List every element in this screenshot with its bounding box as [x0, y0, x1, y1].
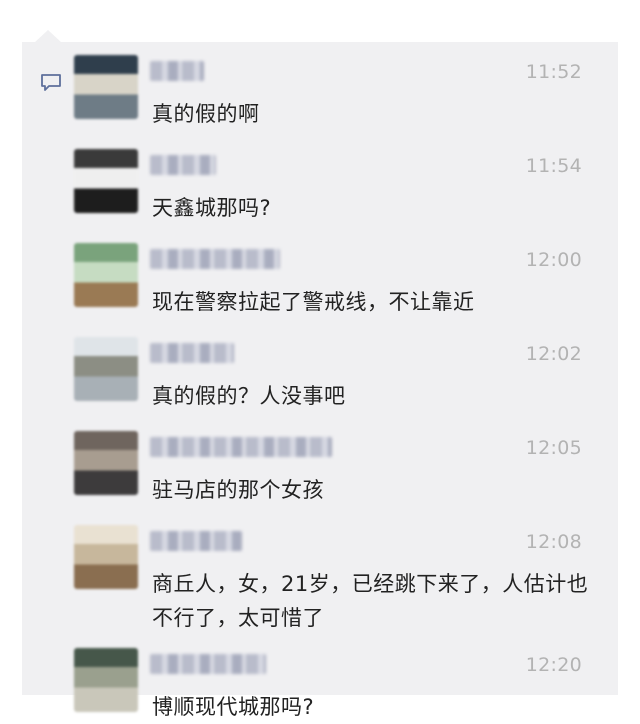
- comment-time: 11:52: [525, 61, 582, 83]
- comment-text: 驻马店的那个女孩: [152, 478, 324, 502]
- username-blurred[interactable]: [150, 654, 266, 674]
- comment-text: 现在警察拉起了警戒线，不让靠近: [152, 290, 475, 314]
- comment-time: 12:05: [525, 437, 582, 459]
- username-blurred[interactable]: [150, 61, 204, 81]
- comment-text: 商丘人，女，21岁，已经跳下来了，人估计也不行了，太可惜了: [152, 572, 589, 630]
- username-blurred[interactable]: [150, 437, 332, 457]
- comment-text: 天鑫城那吗?: [152, 196, 272, 220]
- comment-icon[interactable]: [40, 73, 62, 93]
- comment-text: 真的假的？人没事吧: [152, 384, 346, 408]
- username-blurred[interactable]: [150, 531, 242, 551]
- avatar[interactable]: [74, 149, 138, 213]
- avatar[interactable]: [74, 337, 138, 401]
- username-blurred[interactable]: [150, 249, 280, 269]
- avatar[interactable]: [74, 243, 138, 307]
- username-blurred[interactable]: [150, 155, 216, 175]
- comment-time: 12:20: [525, 654, 582, 676]
- avatar[interactable]: [74, 525, 138, 589]
- avatar[interactable]: [74, 648, 138, 712]
- comment-time: 12:08: [525, 531, 582, 553]
- avatar[interactable]: [74, 431, 138, 495]
- comment-text: 真的假的啊: [152, 102, 260, 126]
- comment-text: 博顺现代城那吗?: [152, 695, 315, 719]
- comment-time: 11:54: [525, 155, 582, 177]
- username-blurred[interactable]: [150, 343, 234, 363]
- avatar[interactable]: [74, 55, 138, 119]
- comment-time: 12:02: [525, 343, 582, 365]
- comment-time: 12:00: [525, 249, 582, 271]
